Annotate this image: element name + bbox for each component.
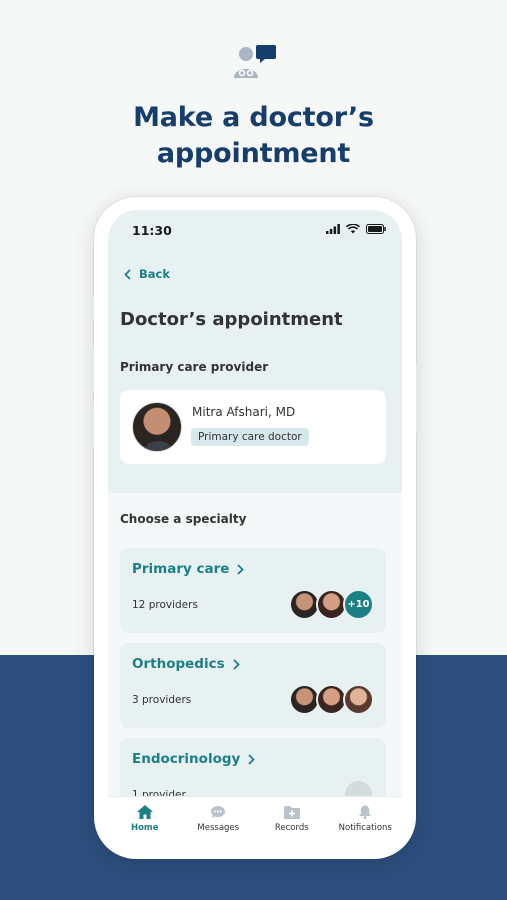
status-time: 11:30: [132, 223, 172, 238]
specialty-card-orthopedics[interactable]: Orthopedics 3 providers: [120, 643, 386, 728]
battery-icon: [366, 224, 386, 234]
headline-line-2: appointment: [156, 138, 351, 169]
status-bar: 11:30: [108, 210, 402, 250]
specialty-name: Orthopedics: [132, 656, 225, 672]
phone-side-button: [90, 347, 94, 391]
provider-name: Mitra Afshari, MD: [192, 405, 296, 419]
provider-count: 3 providers: [132, 694, 192, 706]
bottom-tab-bar: Home Messages Records Notifications: [108, 796, 402, 848]
avatar: [343, 684, 374, 715]
wifi-icon: [346, 224, 360, 234]
tab-home[interactable]: Home: [108, 797, 182, 848]
chevron-left-icon: [124, 268, 131, 280]
more-providers-badge: +10: [343, 589, 374, 620]
tab-label: Home: [130, 823, 159, 833]
screen-title: Doctor’s appointment: [120, 309, 343, 330]
phone-side-button: [416, 365, 420, 433]
chevron-right-icon: [248, 753, 256, 765]
provider-card[interactable]: Mitra Afshari, MD Primary care doctor: [120, 390, 386, 464]
provider-avatars: [289, 684, 374, 715]
phone-side-button: [90, 297, 94, 319]
specialty-name: Endocrinology: [132, 751, 241, 767]
tab-notifications[interactable]: Notifications: [329, 797, 403, 848]
headline-line-1: Make a doctor’s: [133, 102, 374, 133]
back-button[interactable]: Back: [124, 267, 170, 281]
tab-messages[interactable]: Messages: [182, 797, 256, 848]
tab-label: Notifications: [338, 823, 392, 833]
chat-icon: [211, 806, 226, 818]
tab-label: Records: [274, 823, 309, 833]
home-icon: [136, 805, 153, 819]
bell-icon: [359, 805, 372, 819]
tab-label: Messages: [197, 823, 240, 833]
specialty-card-primary-care[interactable]: Primary care 12 providers +10: [120, 548, 386, 633]
back-label: Back: [139, 267, 170, 281]
specialty-name: Primary care: [132, 561, 230, 577]
avatar: [132, 402, 182, 452]
chevron-right-icon: [232, 658, 240, 670]
specialty-section-label: Choose a specialty: [120, 512, 247, 526]
doctor-chat-icon: [234, 45, 276, 78]
signal-icon: [326, 224, 340, 234]
pcp-section-label: Primary care provider: [120, 360, 269, 374]
provider-count: 12 providers: [132, 599, 198, 611]
provider-role-badge: Primary care doctor: [191, 428, 309, 446]
chevron-right-icon: [237, 563, 245, 575]
folder-plus-icon: [283, 806, 300, 819]
phone-screen: 11:30 Back Doctor’s appointment Primary …: [108, 210, 402, 848]
phone-mockup: 11:30 Back Doctor’s appointment Primary …: [90, 197, 420, 859]
page-headline: Make a doctor’s appointment: [0, 100, 507, 172]
tab-records[interactable]: Records: [255, 797, 329, 848]
phone-side-button: [90, 405, 94, 449]
provider-avatars: +10: [289, 589, 374, 620]
